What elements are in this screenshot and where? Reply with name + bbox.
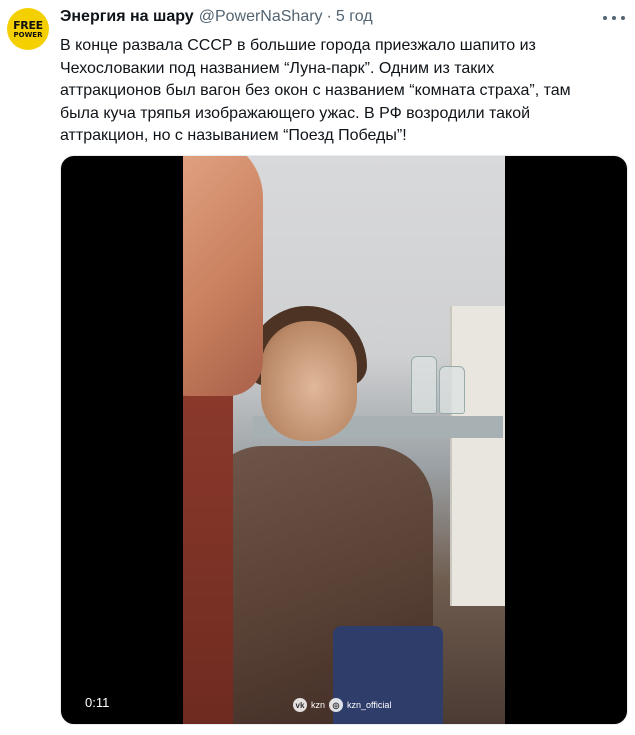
more-options-icon[interactable] [603, 10, 625, 26]
instagram-icon: ◎ [329, 698, 343, 712]
tweet-header: Энергия на шару @PowerNaShary · 5 год [60, 8, 595, 30]
cabinet-shape [450, 306, 505, 606]
avatar-logo-text: FREE [13, 18, 43, 32]
mannequin-head [261, 321, 357, 441]
author-avatar[interactable]: FREE POWER [7, 8, 49, 50]
watermark-instagram: ◎ kzn_official [329, 698, 391, 712]
jar-shape [439, 366, 465, 414]
author-name[interactable]: Энергия на шару [60, 8, 194, 26]
watermark-label: kzn_official [347, 700, 392, 710]
separator-dot: · [326, 8, 332, 25]
watermark-vk: vk kzn [293, 698, 325, 712]
tweet-text: В конце развала СССР в большие города пр… [60, 37, 571, 144]
vk-icon: vk [293, 698, 307, 712]
author-handle[interactable]: @PowerNaShary [199, 8, 323, 26]
jar-shape [411, 356, 437, 414]
video-frame [183, 156, 505, 724]
arm-shape [183, 356, 233, 724]
watermark-label: kzn [311, 700, 326, 710]
video-player[interactable]: 0:11 vk kzn ◎ kzn_official [60, 155, 628, 725]
tweet-timestamp[interactable]: 5 год [336, 8, 373, 26]
video-timecode: 0:11 [81, 693, 114, 712]
avatar-logo-subtext: POWER [13, 30, 43, 39]
hand-shape [183, 156, 263, 396]
